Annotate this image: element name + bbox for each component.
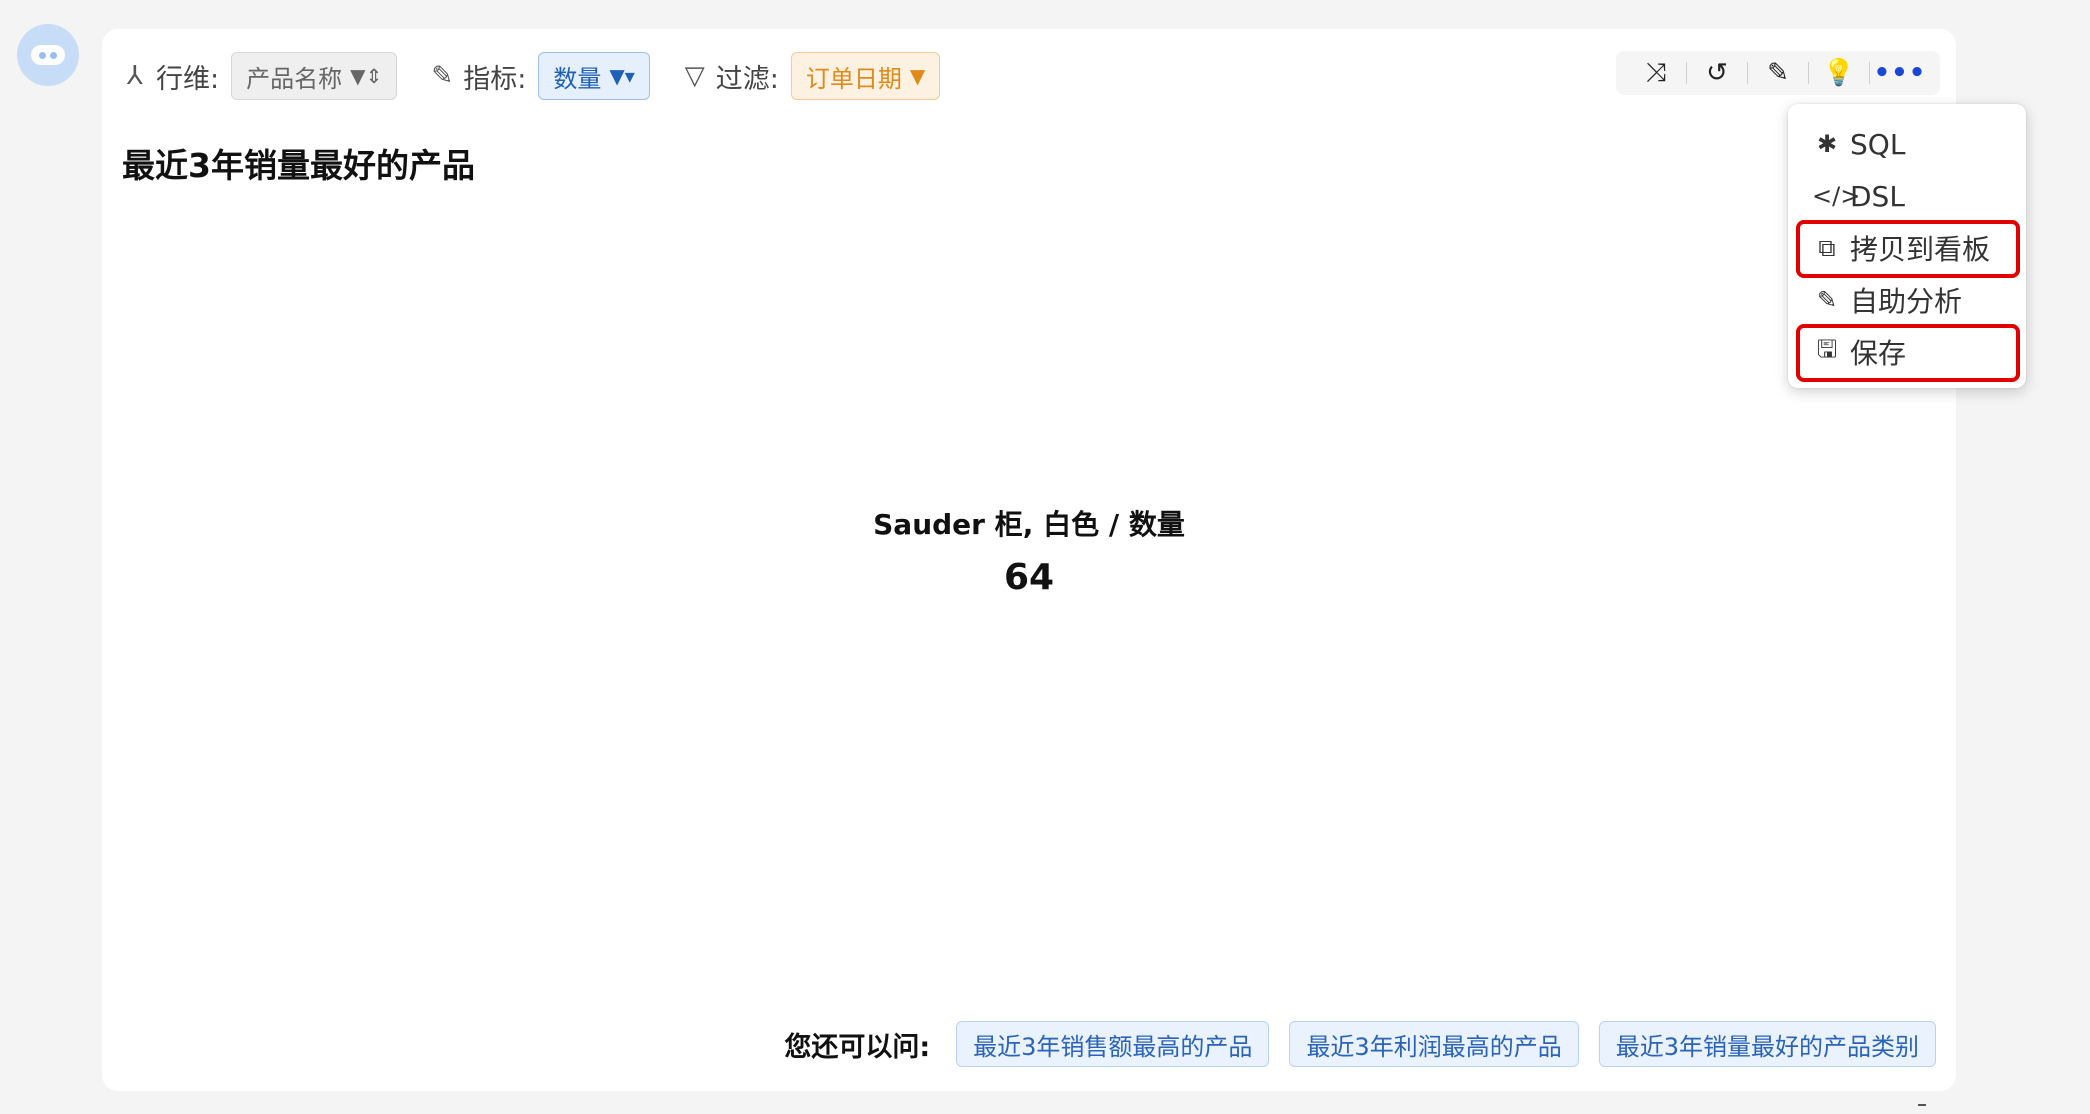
action-bar: ⤨ ↺ ✎ 💡 •••	[1616, 51, 1940, 95]
more-icon[interactable]: •••	[1870, 51, 1930, 95]
row-dimension-label: 行维:	[156, 63, 220, 95]
row-dimension-group: ⅄ 行维: 产品名称 ▼⇕	[120, 52, 398, 100]
menu-item-label: SQL	[1850, 127, 1906, 161]
scroll-marker	[1918, 1104, 1926, 1106]
filter-tag[interactable]: 订单日期 ▼	[790, 52, 941, 100]
code-icon: </>	[1812, 182, 1861, 210]
menu-item-label: 自助分析	[1850, 285, 1963, 318]
menu-item-sql[interactable]: ✱ SQL	[1788, 118, 2026, 170]
suggestion-chip[interactable]: 最近3年利润最高的产品	[1289, 1021, 1579, 1067]
refresh-icon[interactable]: ↺	[1687, 51, 1747, 95]
menu-item-label: DSL	[1850, 179, 1905, 213]
metric-label: 指标:	[463, 63, 527, 95]
copy-icon: ⧉	[1818, 234, 1836, 262]
save-icon: 🖫	[1816, 334, 1838, 363]
robot-face-icon	[31, 45, 65, 65]
filter-value: 订单日期	[805, 64, 902, 93]
result-title: 最近3年销量最好的产品	[122, 146, 475, 185]
suggestion-chip[interactable]: 最近3年销售额最高的产品	[956, 1021, 1270, 1067]
bug-icon: ✱	[1816, 130, 1838, 158]
filter-dropdown-icon[interactable]: ▼▾	[609, 64, 634, 88]
ruler-icon: ✎	[431, 61, 454, 91]
more-menu: ✱ SQL </> DSL ⧉ 拷贝到看板 ✎ 自助分析 🖫 保存	[1788, 104, 2026, 388]
shuffle-icon[interactable]: ⤨	[1626, 51, 1686, 95]
metric-value: 数量	[553, 64, 602, 93]
menu-item-copy-to-dashboard[interactable]: ⧉ 拷贝到看板	[1788, 220, 2026, 278]
menu-item-label: 保存	[1850, 337, 1907, 370]
menu-item-save[interactable]: 🖫 保存	[1788, 324, 2026, 382]
suggestion-chip[interactable]: 最近3年销量最好的产品类别	[1598, 1021, 1936, 1067]
metric-group: ✎ 指标: 数量 ▼▾	[427, 52, 650, 100]
filter-group: ▽ 过滤: 订单日期 ▼	[680, 52, 941, 100]
kpi-block: Sauder 柜, 白色 / 数量 64	[102, 503, 1956, 598]
filter-icon[interactable]: ▼⇕	[350, 64, 382, 88]
metric-tag[interactable]: 数量 ▼▾	[538, 52, 650, 100]
kpi-value: 64	[1003, 557, 1055, 598]
menu-item-label: 拷贝到看板	[1850, 233, 1991, 266]
row-dimension-tag[interactable]: 产品名称 ▼⇕	[231, 52, 398, 100]
lightbulb-icon[interactable]: 💡	[1809, 51, 1869, 95]
pencil-icon: ✎	[1816, 286, 1838, 314]
result-card: ⅄ 行维: 产品名称 ▼⇕ ✎ 指标: 数量 ▼▾ ▽ 过滤: 订单日期 ▼ ⤨	[102, 29, 1956, 1091]
filter-icon: ▽	[684, 61, 705, 91]
edit-icon[interactable]: ✎	[1748, 51, 1808, 95]
menu-item-self-analysis[interactable]: ✎ 自助分析	[1788, 274, 2026, 326]
filter-label: 过滤:	[715, 63, 779, 95]
query-toolbar: ⅄ 行维: 产品名称 ▼⇕ ✎ 指标: 数量 ▼▾ ▽ 过滤: 订单日期 ▼	[120, 51, 970, 101]
row-dimension-value: 产品名称	[246, 64, 343, 93]
hierarchy-icon: ⅄	[127, 61, 143, 91]
assistant-avatar	[17, 24, 79, 86]
suggestions: 您还可以问: 最近3年销售额最高的产品 最近3年利润最高的产品 最近3年销量最好…	[784, 1021, 1936, 1067]
menu-item-dsl[interactable]: </> DSL	[1788, 170, 2026, 222]
suggestions-label: 您还可以问:	[784, 1031, 931, 1063]
kpi-label: Sauder 柜, 白色 / 数量	[873, 508, 1185, 541]
filter-funnel-icon[interactable]: ▼	[910, 64, 925, 88]
